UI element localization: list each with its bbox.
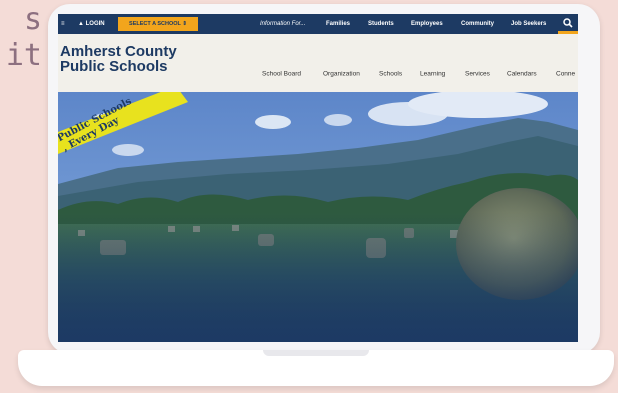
- nav-item-schools[interactable]: Schools: [379, 71, 402, 78]
- laptop-base: [18, 350, 614, 386]
- nav-item-school-board[interactable]: School Board: [262, 71, 301, 78]
- site-logo[interactable]: Amherst County Public Schools: [60, 44, 177, 74]
- logo-line-2: Public Schools: [60, 58, 168, 75]
- side-caption-line-2: it: [5, 38, 42, 73]
- topbar-link-students[interactable]: Students: [368, 14, 394, 34]
- hero-image: Public Schools , Every Day: [58, 92, 578, 342]
- user-icon: ▲: [78, 21, 86, 27]
- site-header: Amherst County Public Schools School Boa…: [58, 34, 578, 92]
- nav-item-calendars[interactable]: Calendars: [507, 71, 537, 78]
- nav-item-connect[interactable]: Conne: [556, 71, 575, 78]
- nav-item-organization[interactable]: Organization: [323, 71, 360, 78]
- topbar-link-job-seekers[interactable]: Job Seekers: [511, 14, 546, 34]
- login-label: LOGIN: [85, 21, 105, 27]
- search-button[interactable]: [558, 14, 578, 34]
- utility-bar: ≡ ▲ LOGIN SELECT A SCHOOL ⇕ Information …: [58, 14, 578, 34]
- laptop-base-notch: [263, 350, 369, 356]
- nav-item-learning[interactable]: Learning: [420, 71, 445, 78]
- browser-screen: ≡ ▲ LOGIN SELECT A SCHOOL ⇕ Information …: [58, 14, 578, 342]
- topbar-link-families[interactable]: Families: [326, 14, 350, 34]
- menu-icon[interactable]: ≡: [61, 14, 65, 34]
- login-link[interactable]: ▲ LOGIN: [78, 14, 105, 34]
- logo-line-1: Amherst County: [60, 43, 177, 60]
- select-school-dropdown[interactable]: SELECT A SCHOOL ⇕: [118, 17, 198, 31]
- select-school-label: SELECT A SCHOOL: [129, 21, 181, 27]
- nav-item-services[interactable]: Services: [465, 71, 490, 78]
- chevron-updown-icon: ⇕: [182, 21, 187, 27]
- topbar-link-community[interactable]: Community: [461, 14, 494, 34]
- search-icon: [563, 18, 573, 28]
- side-caption: s it: [0, 2, 42, 74]
- information-for-label: Information For...: [260, 21, 306, 27]
- topbar-link-employees[interactable]: Employees: [411, 14, 443, 34]
- hero-landscape: [58, 92, 578, 342]
- side-caption-line-1: s: [23, 2, 42, 37]
